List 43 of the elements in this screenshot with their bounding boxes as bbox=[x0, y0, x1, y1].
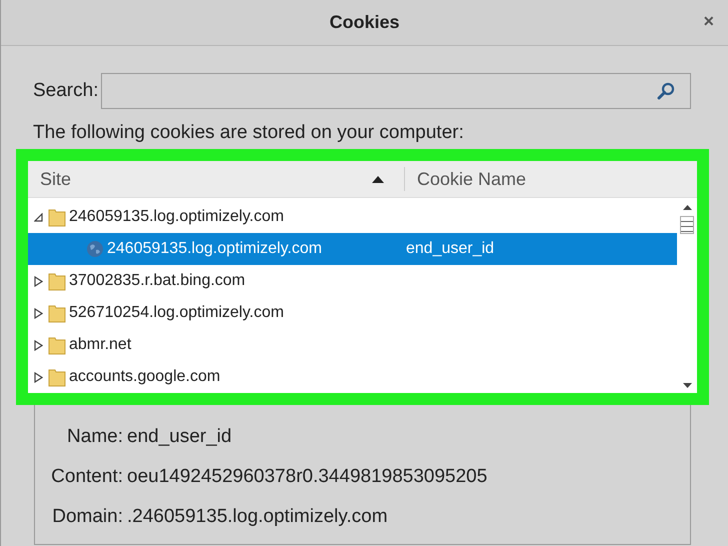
detail-label: Content: bbox=[50, 466, 123, 488]
scroll-up-icon[interactable] bbox=[682, 204, 692, 210]
scroll-down-icon[interactable] bbox=[682, 383, 692, 389]
tree-row[interactable]: 526710254.log.optimizely.com bbox=[28, 297, 677, 329]
folder-icon bbox=[48, 335, 66, 355]
site-name: accounts.google.com bbox=[69, 368, 220, 386]
intro-text: The following cookies are stored on your computer: bbox=[33, 122, 465, 145]
site-name: 246059135.log.optimizely.com bbox=[69, 208, 284, 226]
detail-label: Name: bbox=[66, 426, 123, 448]
window-title: Cookies bbox=[329, 12, 400, 33]
close-button[interactable]: × bbox=[699, 11, 718, 32]
search-field[interactable] bbox=[101, 73, 691, 109]
column-header[interactable]: Site bbox=[28, 167, 405, 191]
expand-icon[interactable] bbox=[34, 372, 43, 382]
column-label: Cookie Name bbox=[417, 168, 526, 190]
column-label: Site bbox=[40, 168, 72, 190]
globe-icon bbox=[86, 240, 104, 258]
search-icon bbox=[656, 81, 676, 101]
tree-row[interactable]: 37002835.r.bat.bing.com bbox=[28, 265, 677, 297]
folder-icon bbox=[48, 271, 66, 291]
site-name: 526710254.log.optimizely.com bbox=[69, 304, 284, 322]
site-name: 246059135.log.optimizely.com bbox=[107, 240, 322, 258]
detail-value: .246059135.log.optimizely.com bbox=[127, 506, 388, 528]
expand-icon[interactable] bbox=[34, 276, 43, 286]
column-header[interactable]: Cookie Name bbox=[405, 161, 697, 197]
site-name: abmr.net bbox=[69, 336, 132, 354]
tree-row[interactable]: abmr.net bbox=[28, 329, 677, 361]
expand-icon[interactable] bbox=[34, 340, 43, 350]
detail-label: Domain: bbox=[51, 506, 123, 528]
scroll-thumb[interactable] bbox=[680, 216, 694, 234]
site-name: 37002835.r.bat.bing.com bbox=[69, 272, 246, 290]
tree-row[interactable]: 246059135.log.optimizely.com bbox=[28, 201, 677, 233]
detail-value: end_user_id bbox=[127, 426, 232, 448]
collapse-icon[interactable] bbox=[34, 212, 43, 222]
folder-icon bbox=[48, 367, 66, 387]
expand-icon[interactable] bbox=[34, 308, 43, 318]
folder-icon bbox=[48, 207, 66, 227]
cookie-name: end_user_id bbox=[406, 240, 494, 258]
tree-row[interactable]: accounts.google.com bbox=[28, 361, 677, 393]
tree-row[interactable]: 246059135.log.optimizely.com end_user_id bbox=[28, 233, 677, 265]
search-label: Search: bbox=[33, 80, 100, 102]
detail-value: oeu1492452960378r0.3449819853095205 bbox=[127, 466, 488, 488]
folder-icon bbox=[48, 303, 66, 323]
